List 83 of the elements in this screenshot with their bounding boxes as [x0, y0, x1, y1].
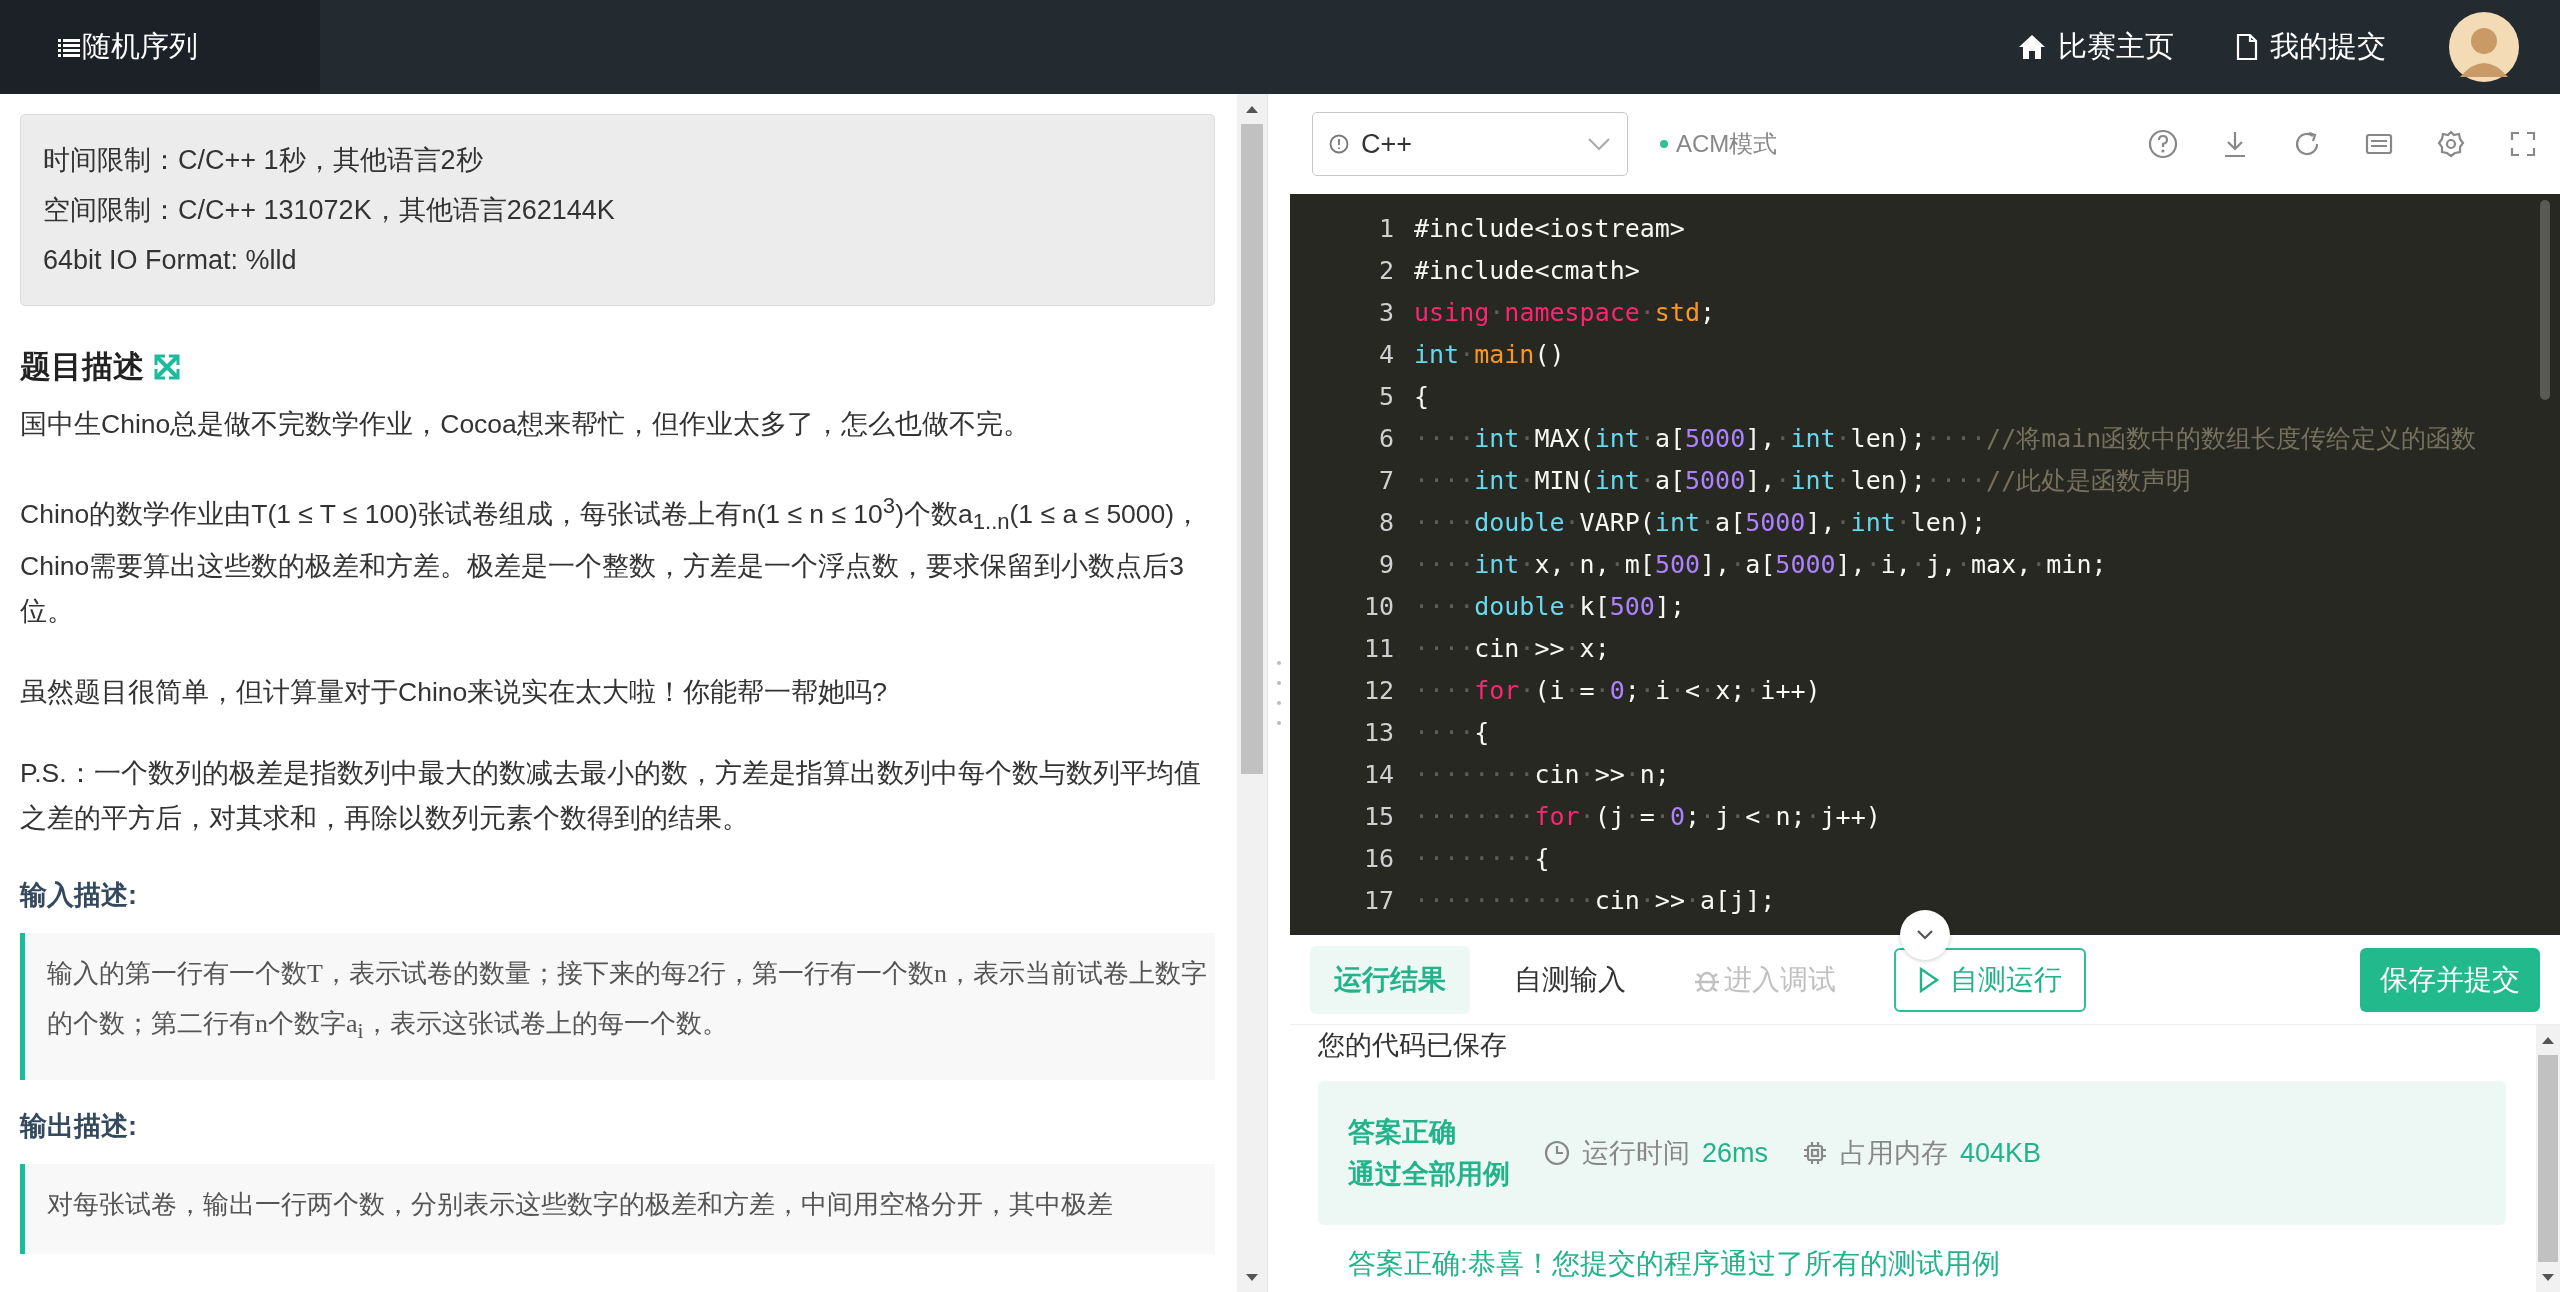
help-icon[interactable]	[2148, 129, 2178, 159]
line-number: 10	[1362, 591, 1394, 623]
code-line: ········for·(j·=·0;·j·<·n;·j++)	[1414, 801, 1882, 833]
chip-icon	[1802, 1140, 1829, 1166]
document-icon	[2236, 33, 2258, 61]
arrow-down-icon[interactable]	[2542, 1273, 2554, 1281]
line-number: 8	[1377, 507, 1394, 539]
nav-link[interactable]: 我的提交	[2236, 27, 2386, 67]
limit-text: 空间限制：C/C++ 131072K，其他语言262144K	[43, 194, 616, 227]
status-text: 答案正确	[1348, 1116, 1457, 1149]
scrollbar[interactable]	[2540, 200, 2550, 400]
code-line: ····{	[1414, 717, 1491, 749]
line-number: 11	[1362, 633, 1394, 665]
metric-label: 占用内存	[1840, 1137, 1949, 1170]
code-line: #include<iostream>	[1414, 213, 1686, 245]
code-line: ············cin·>>·a[j];	[1414, 885, 1777, 917]
info-icon	[1329, 134, 1349, 154]
play-icon	[1918, 965, 1940, 994]
line-number: 6	[1377, 423, 1394, 455]
line-number: 17	[1362, 885, 1394, 917]
line-number: 5	[1377, 381, 1394, 413]
limit-text: 64bit IO Format: %lld	[43, 244, 298, 277]
arrow-up-icon[interactable]	[2542, 1036, 2554, 1044]
limit-text: 时间限制：C/C++ 1秒，其他语言2秒	[43, 144, 484, 177]
section-heading: 输入描述:	[20, 879, 138, 913]
metric-label: 运行时间	[1582, 1137, 1690, 1170]
code-line: ····int·x,·n,·m[500],·a[5000],·i,·j,·max,·min;	[1414, 549, 2108, 581]
arrow-up-icon[interactable]	[1246, 105, 1258, 113]
code-editor[interactable]	[1290, 194, 2560, 935]
description-box: 输入的第一行有一个数T，表示试卷的数量；接下来的每2行，第一行有一个数n，表示当前试卷上数字的个数；第二行有n个数字a$_{i}$，表示这张试卷上的每一个数。	[20, 933, 1215, 1081]
code-line: {	[1414, 381, 1431, 413]
line-number: 12	[1362, 675, 1394, 707]
home-icon	[2018, 34, 2046, 60]
result-message: 答案正确:恭喜！您提交的程序通过了所有的测试用例	[1348, 1247, 2001, 1281]
nav-link[interactable]: 比赛主页	[2018, 27, 2174, 67]
fullscreen-icon[interactable]	[2508, 129, 2538, 159]
code-line: ········{	[1414, 843, 1551, 875]
code-line: #include<cmath>	[1414, 255, 1641, 287]
scrollbar[interactable]	[1237, 94, 1267, 1292]
mode-label: ACM模式	[1676, 129, 1778, 159]
paragraph: P.S.：一个数列的极差是指数列中最大的数减去最小的数，方差是指算出数列中每个数与数列平均值之差的平方后，对其求和，再除以数列元素个数得到的结果。	[20, 757, 1202, 836]
line-number: 9	[1377, 549, 1394, 581]
avatar[interactable]	[2448, 11, 2520, 83]
line-number: 1	[1377, 213, 1394, 245]
metric-value: 404KB	[1960, 1137, 2042, 1169]
scrollbar[interactable]	[2536, 1025, 2560, 1292]
tab[interactable]: 自测输入	[1490, 945, 1650, 1014]
paragraph: Chino的数学作业由T(1 ≤ T ≤ 100)张试卷组成，每张试卷上有n(1 ≤ n ≤ 10$^{3}$)个数a$_{1..n}$(1 ≤ a ≤ 5000)，Chino需要算出这些数的极差和方差。极差是一个整数，方差是一个浮点数，要求保留到小数点后3位。	[20, 492, 1203, 629]
code-line: ····double·k[500];	[1414, 591, 1686, 623]
chevron-down-icon	[1587, 137, 1611, 151]
metric-value: 26ms	[1702, 1137, 1769, 1169]
line-number: 16	[1362, 843, 1394, 875]
line-number: 14	[1362, 759, 1394, 791]
line-number: 13	[1362, 717, 1394, 749]
chevron-down-icon	[1916, 930, 1934, 940]
code-line: ····int·MAX(int·a[5000],·int·len);····//将main函数中的数组长度传给定义的函数	[1414, 423, 2477, 455]
code-line: ····cin·>>·x;	[1414, 633, 1611, 665]
line-number: 4	[1377, 339, 1394, 371]
clock-icon	[1544, 1140, 1570, 1166]
code-line: int·main()	[1414, 339, 1566, 371]
section-heading: 题目描述	[20, 348, 144, 386]
code-line: ····for·(i·=·0;·i·<·x;·i++)	[1414, 675, 1822, 707]
code-line: ········cin·>>·n;	[1414, 759, 1671, 791]
saved-message: 您的代码已保存	[1318, 1029, 1507, 1062]
section-heading: 输出描述:	[20, 1110, 138, 1144]
code-line: ····double·VARP(int·a[5000],·int·len);	[1414, 507, 1988, 539]
line-number: 15	[1362, 801, 1394, 833]
line-number: 3	[1377, 297, 1394, 329]
line-number: 2	[1377, 255, 1394, 287]
paragraph: 虽然题目很简单，但计算量对于Chino来说实在太大啦！你能帮一帮她吗?	[20, 676, 888, 710]
language-select[interactable]: C++	[1312, 112, 1628, 176]
status-text: 通过全部用例	[1348, 1158, 1510, 1191]
settings-icon[interactable]	[2436, 129, 2466, 159]
list-icon	[58, 37, 80, 57]
code-line: ····int·MIN(int·a[5000],·int·len);····//此处是函数声明	[1414, 465, 2193, 497]
description-box: 对每张试卷，输出一行两个数，分别表示这些数字的极差和方差，中间用空格分开，其中极差	[20, 1164, 1215, 1255]
paragraph: 国中生Chino总是做不完数学作业，Cocoa想来帮忙，但作业太多了，怎么也做不完。	[20, 408, 1031, 441]
arrow-down-icon[interactable]	[1246, 1273, 1258, 1281]
expand-icon[interactable]	[154, 354, 180, 380]
code-line: using·namespace·std;	[1414, 297, 1717, 329]
status-dot-icon	[1660, 140, 1668, 148]
line-number: 7	[1377, 465, 1394, 497]
page-title: 随机序列	[82, 29, 198, 64]
